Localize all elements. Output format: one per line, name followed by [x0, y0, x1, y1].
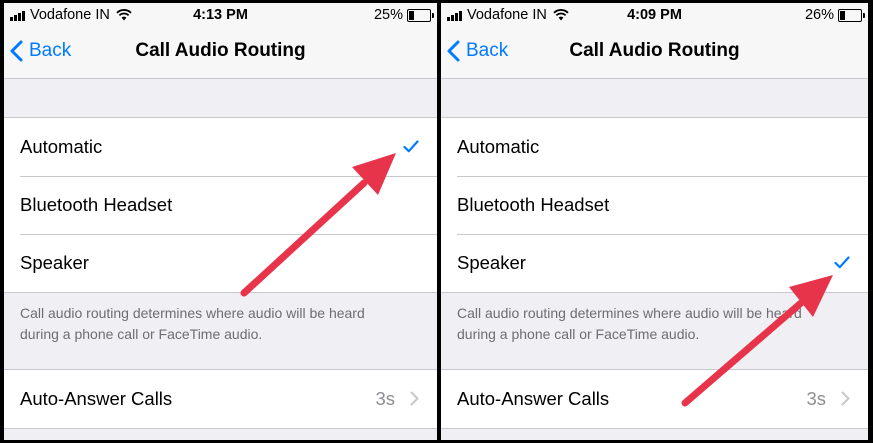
battery-group: 25%	[373, 7, 434, 23]
audio-routing-options: Automatic Bluetooth Headset Speaker	[441, 117, 868, 293]
footer-line: during a phone call or FaceTime audio.	[457, 326, 700, 342]
option-automatic[interactable]: Automatic	[441, 118, 868, 176]
checkmark-icon	[834, 256, 850, 269]
auto-answer-group: Auto-Answer Calls 3s	[441, 369, 868, 429]
auto-answer-calls-row[interactable]: Auto-Answer Calls 3s	[441, 370, 868, 428]
option-label: Speaker	[20, 252, 89, 273]
chevron-right-icon	[841, 391, 850, 406]
auto-answer-label: Auto-Answer Calls	[20, 388, 173, 409]
navigation-bar: Back Call Audio Routing	[4, 28, 437, 79]
option-label: Speaker	[457, 252, 526, 273]
page-title: Call Audio Routing	[569, 40, 740, 61]
auto-answer-group: Auto-Answer Calls 3s	[4, 369, 437, 429]
option-automatic[interactable]: Automatic	[4, 118, 437, 176]
navigation-bar: Back Call Audio Routing	[441, 28, 868, 79]
audio-routing-options: Automatic Bluetooth Headset Speaker	[4, 117, 437, 293]
chevron-right-icon	[410, 391, 419, 406]
page-title: Call Audio Routing	[135, 40, 306, 61]
option-bluetooth-headset[interactable]: Bluetooth Headset	[441, 176, 868, 234]
option-bluetooth-headset[interactable]: Bluetooth Headset	[4, 176, 437, 234]
status-time: 4:13 PM	[193, 7, 248, 23]
option-label: Automatic	[20, 136, 103, 157]
option-label: Automatic	[457, 136, 540, 157]
option-label: Bluetooth Headset	[457, 194, 610, 215]
battery-icon	[838, 8, 865, 22]
screen-right: Vodafone IN 4:09 PM 26% Back Call Audio …	[441, 3, 868, 440]
battery-icon	[407, 8, 434, 22]
routing-footer-note: Call audio routing determines where audi…	[20, 303, 417, 345]
comparison-screenshot: Vodafone IN 4:13 PM 25% Back Call Audio …	[0, 0, 873, 443]
status-bar: Vodafone IN 4:13 PM 25%	[4, 3, 437, 28]
auto-answer-value: 3s	[806, 388, 826, 409]
footer-line: Call audio routing determines where audi…	[20, 305, 365, 321]
routing-footer-note: Call audio routing determines where audi…	[457, 303, 848, 345]
auto-answer-label: Auto-Answer Calls	[457, 388, 610, 409]
battery-group: 26%	[804, 7, 865, 23]
option-speaker[interactable]: Speaker	[4, 234, 437, 292]
checkmark-icon	[403, 140, 419, 153]
status-bar: Vodafone IN 4:09 PM 26%	[441, 3, 868, 28]
status-time: 4:09 PM	[627, 7, 682, 23]
auto-answer-calls-row[interactable]: Auto-Answer Calls 3s	[4, 370, 437, 428]
battery-percent: 25%	[373, 7, 403, 23]
auto-answer-value: 3s	[375, 388, 395, 409]
screen-left: Vodafone IN 4:13 PM 25% Back Call Audio …	[4, 3, 437, 440]
footer-line: during a phone call or FaceTime audio.	[20, 326, 263, 342]
option-label: Bluetooth Headset	[20, 194, 173, 215]
footer-line: Call audio routing determines where audi…	[457, 305, 802, 321]
option-speaker[interactable]: Speaker	[441, 234, 868, 292]
battery-percent: 26%	[804, 7, 834, 23]
